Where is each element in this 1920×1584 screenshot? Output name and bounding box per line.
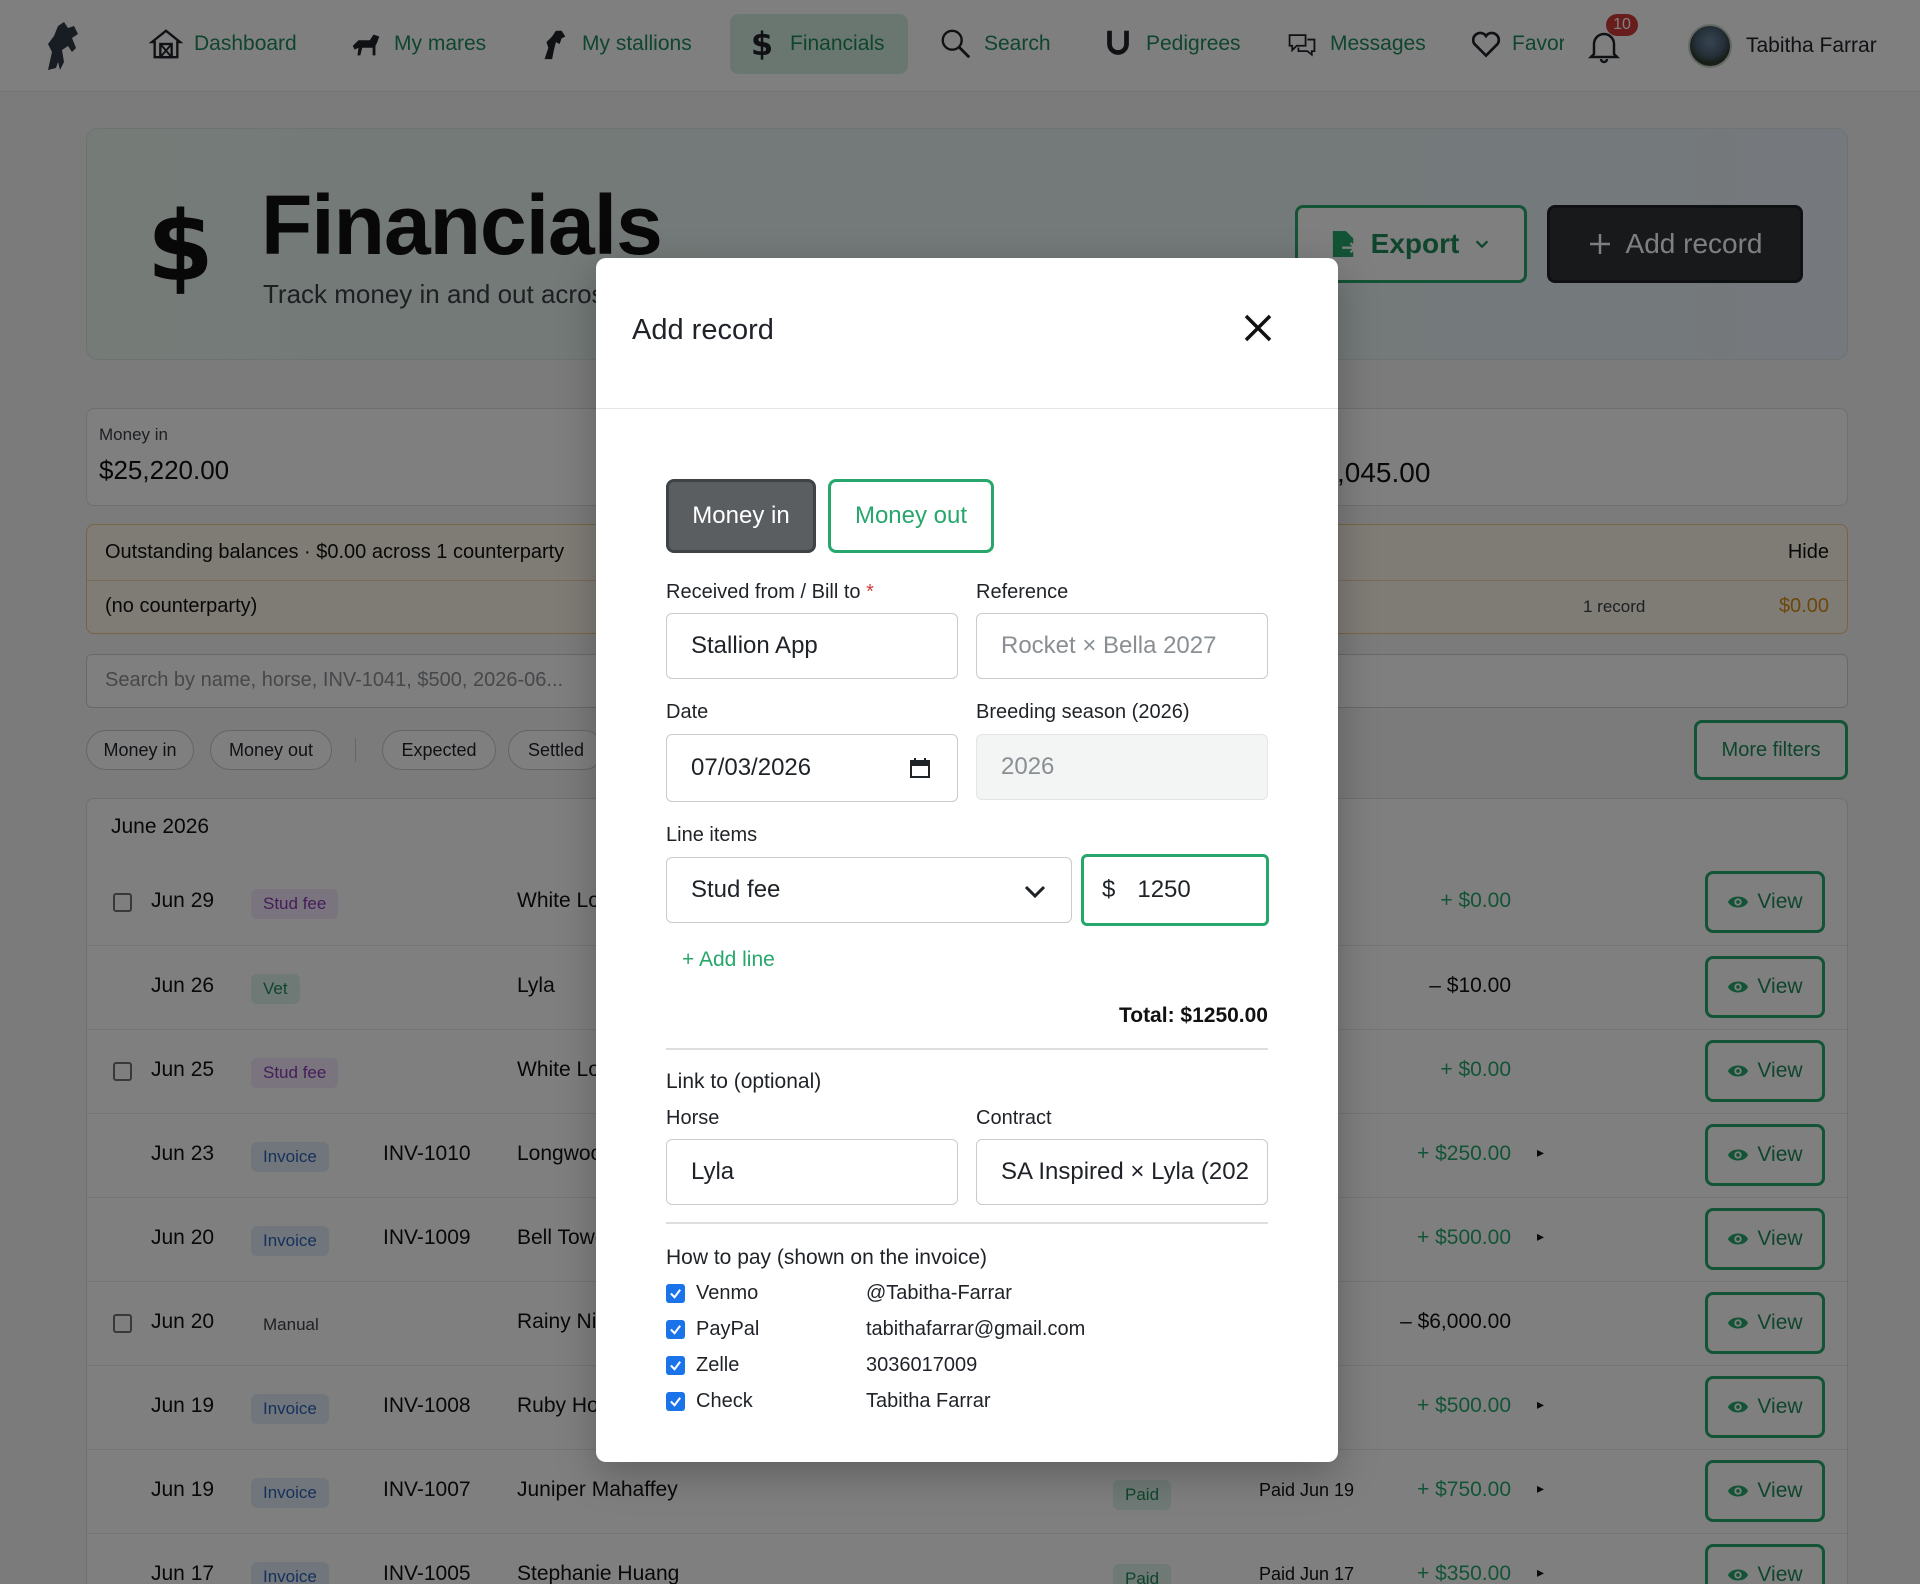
payment-method-value: tabithafarrar@gmail.com: [866, 1318, 1086, 1340]
payment-method-name: Venmo: [696, 1282, 759, 1304]
breeding-season-input: 2026: [976, 734, 1268, 800]
payment-method-zelle: Zelle 3036017009: [666, 1352, 1266, 1382]
line-item-amount-value: 1250: [1137, 876, 1191, 903]
add-line-button[interactable]: + Add line: [682, 948, 775, 972]
received-from-input[interactable]: Stallion App: [666, 613, 958, 679]
contract-input[interactable]: SA Inspired × Lyla (202: [976, 1139, 1268, 1205]
received-from-label-text: Received from / Bill to: [666, 581, 861, 603]
paypal-checkbox[interactable]: [666, 1320, 685, 1339]
payment-method-paypal: PayPal tabithafarrar@gmail.com: [666, 1316, 1266, 1346]
money-out-toggle[interactable]: Money out: [828, 479, 994, 553]
add-record-modal: Add record Money in Money out Received f…: [596, 258, 1338, 1462]
payment-method-venmo: Venmo @Tabitha-Farrar: [666, 1280, 1266, 1310]
contract-label: Contract: [976, 1107, 1052, 1129]
reference-label: Reference: [976, 581, 1069, 603]
payment-method-value: @Tabitha-Farrar: [866, 1282, 1012, 1304]
date-label: Date: [666, 701, 709, 723]
breeding-season-label: Breeding season (2026): [976, 701, 1190, 723]
line-item-type-value: Stud fee: [691, 876, 781, 903]
total-amount: Total: $1250.00: [1118, 1004, 1268, 1027]
check-checkbox[interactable]: [666, 1392, 685, 1411]
payment-method-value: Tabitha Farrar: [866, 1390, 991, 1412]
line-items-label: Line items: [666, 824, 758, 846]
close-icon[interactable]: [1236, 306, 1280, 350]
payment-method-check: Check Tabitha Farrar: [666, 1388, 1266, 1418]
modal-divider: [596, 408, 1338, 409]
section-divider: [666, 1222, 1268, 1224]
payment-method-value: 3036017009: [866, 1354, 978, 1376]
horse-input[interactable]: Lyla: [666, 1139, 958, 1205]
modal-title: Add record: [632, 314, 774, 346]
money-in-toggle[interactable]: Money in: [666, 479, 816, 553]
currency-symbol: $: [1102, 876, 1116, 903]
line-item-amount-input[interactable]: $ 1250: [1081, 854, 1269, 926]
calendar-icon[interactable]: [909, 757, 931, 779]
received-from-label: Received from / Bill to *: [666, 581, 874, 604]
reference-input[interactable]: Rocket × Bella 2027: [976, 613, 1268, 679]
venmo-checkbox[interactable]: [666, 1284, 685, 1303]
zelle-checkbox[interactable]: [666, 1356, 685, 1375]
horse-label: Horse: [666, 1107, 720, 1129]
link-to-label: Link to (optional): [666, 1070, 822, 1093]
line-item-type-select[interactable]: Stud fee: [666, 857, 1072, 923]
date-value: 07/03/2026: [691, 754, 812, 781]
section-divider: [666, 1048, 1268, 1050]
required-marker: *: [866, 581, 874, 603]
payment-method-name: Zelle: [696, 1354, 740, 1376]
how-to-pay-label: How to pay (shown on the invoice): [666, 1246, 987, 1269]
payment-method-name: Check: [696, 1390, 753, 1412]
date-input[interactable]: 07/03/2026: [666, 734, 958, 802]
chevron-down-icon: [1024, 885, 1046, 899]
payment-method-name: PayPal: [696, 1318, 760, 1340]
